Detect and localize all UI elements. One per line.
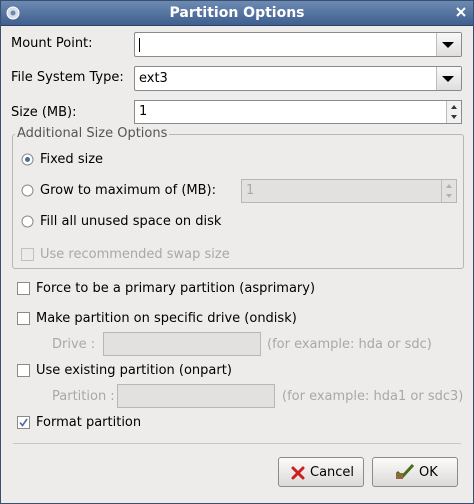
format-checkbox[interactable] [17, 416, 30, 429]
partition-options-dialog: Partition Options Mount Point: File Syst… [0, 0, 474, 504]
drive-hint: (for example: hda or sdc) [267, 337, 432, 352]
grow-spinbox[interactable]: 1 [241, 179, 457, 203]
drive-input[interactable] [103, 332, 261, 356]
close-icon[interactable] [454, 5, 468, 19]
title-bar: Partition Options [1, 1, 473, 26]
cancel-x-icon [291, 466, 305, 480]
primary-checkbox[interactable] [17, 282, 30, 295]
fs-type-dropdown-button[interactable] [436, 67, 461, 90]
partition-input[interactable] [117, 384, 275, 408]
ondisk-checkbox[interactable] [17, 312, 30, 325]
size-label: Size (MB): [11, 105, 77, 120]
fs-type-label: File System Type: [11, 70, 124, 85]
ondisk-label[interactable]: Make partition on specific drive (ondisk… [36, 311, 297, 326]
mount-point-combo[interactable] [134, 32, 462, 57]
fixed-size-label[interactable]: Fixed size [40, 152, 103, 167]
additional-size-legend: Additional Size Options [15, 126, 170, 141]
window-title: Partition Options [169, 5, 305, 21]
mount-point-dropdown-button[interactable] [436, 33, 461, 56]
fs-type-combo[interactable]: ext3 [134, 66, 462, 91]
format-label[interactable]: Format partition [36, 415, 141, 430]
primary-label[interactable]: Force to be a primary partition (asprima… [36, 281, 315, 296]
size-spin-buttons[interactable] [446, 101, 461, 123]
drive-label: Drive : [52, 337, 96, 352]
ok-button[interactable]: OK [372, 457, 458, 487]
cancel-label: Cancel [310, 465, 355, 480]
fixed-size-radio[interactable] [21, 153, 34, 166]
partition-hint: (for example: hda1 or sdc3) [282, 389, 464, 404]
ok-check-icon [395, 463, 415, 480]
size-value: 1 [139, 104, 148, 119]
spin-arrows-icon [446, 184, 452, 198]
mount-point-label: Mount Point: [11, 36, 93, 51]
fill-space-label[interactable]: Fill all unused space on disk [40, 214, 221, 229]
text-caret [139, 38, 140, 52]
grow-label[interactable]: Grow to maximum of (MB): [40, 183, 216, 198]
chevron-down-icon [442, 76, 454, 82]
partition-label: Partition : [52, 389, 115, 404]
cancel-button[interactable]: Cancel [278, 457, 364, 487]
grow-radio[interactable] [21, 184, 34, 197]
size-spinbox[interactable]: 1 [134, 100, 462, 124]
fill-space-radio[interactable] [21, 215, 34, 228]
spin-arrows-icon [451, 105, 457, 119]
onpart-label[interactable]: Use existing partition (onpart) [36, 363, 232, 378]
onpart-checkbox[interactable] [17, 364, 30, 377]
grow-spin-buttons[interactable] [441, 180, 456, 202]
ok-label: OK [419, 465, 438, 480]
fs-type-value: ext3 [139, 71, 168, 86]
swap-label: Use recommended swap size [40, 247, 230, 262]
button-separator [13, 443, 461, 444]
swap-checkbox[interactable] [21, 248, 34, 261]
grow-value: 1 [246, 183, 255, 198]
chevron-down-icon [442, 42, 454, 48]
